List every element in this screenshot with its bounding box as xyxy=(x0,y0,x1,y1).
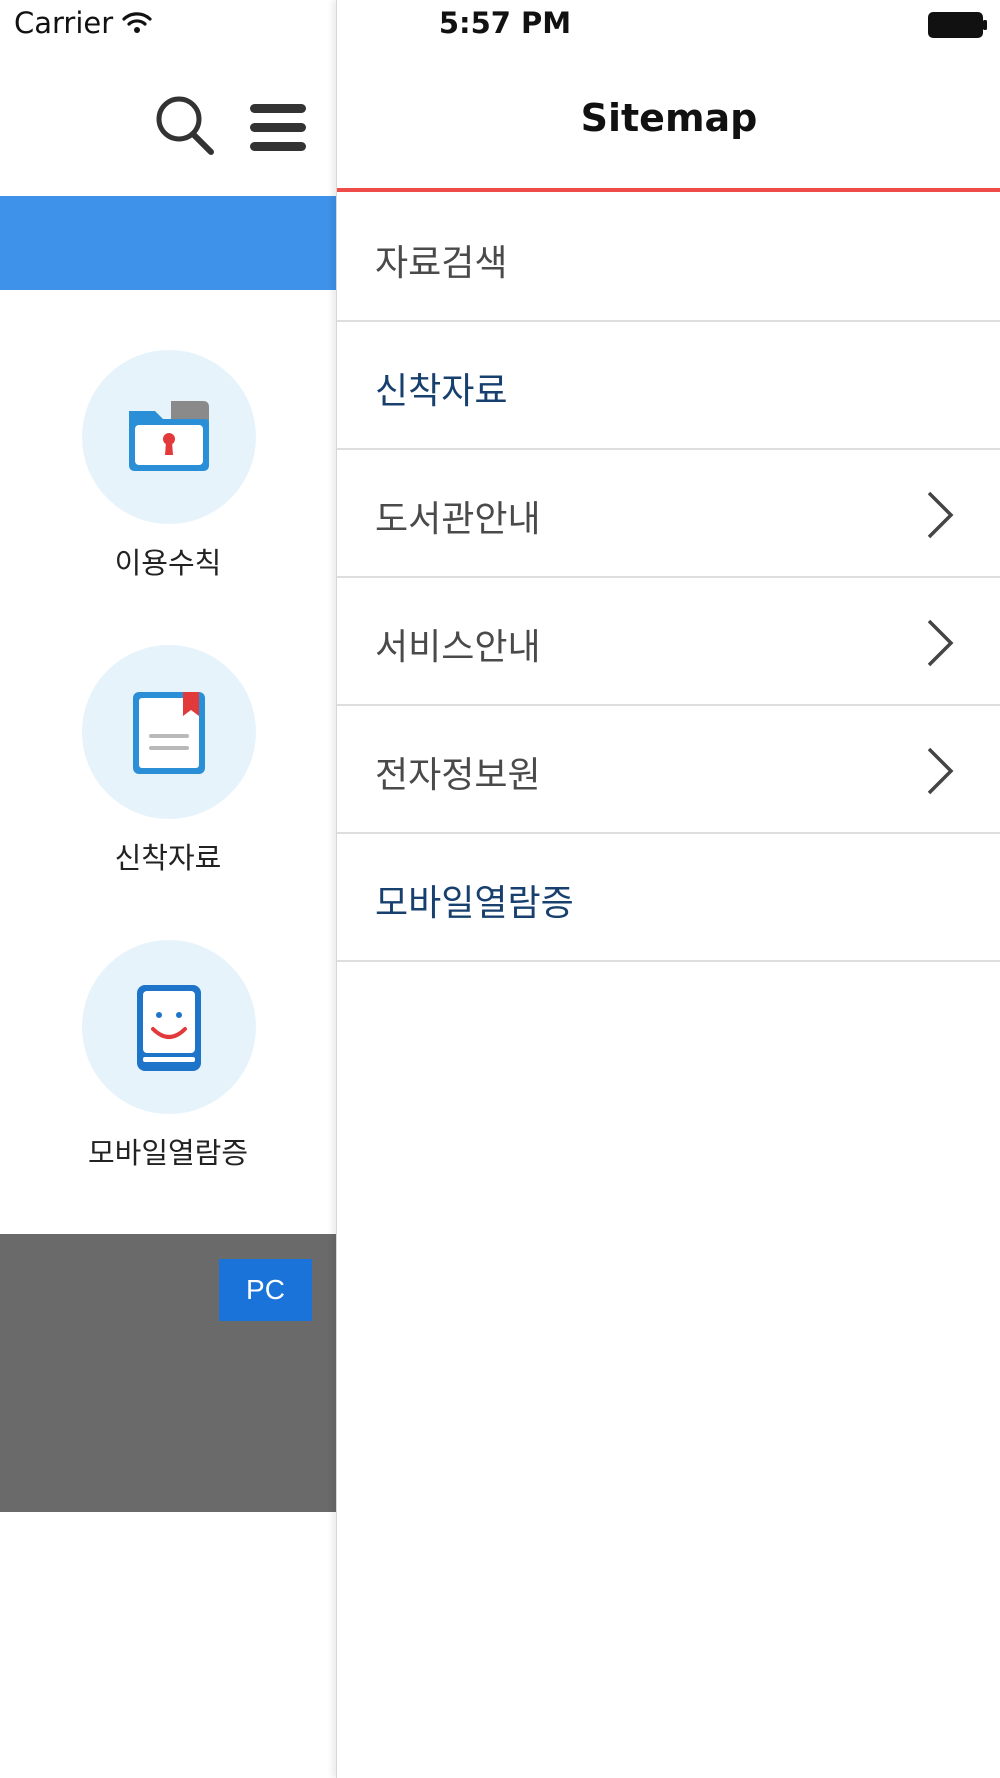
chevron-right-icon xyxy=(927,619,954,667)
shortcut-label: 이용수칙 xyxy=(114,546,222,580)
menu-item-label: 도서관안내 xyxy=(375,499,541,540)
menu-item-mobile-card[interactable]: 모바일열람증 xyxy=(337,834,1000,962)
battery-icon xyxy=(928,12,987,38)
chevron-right-icon xyxy=(927,747,954,795)
locked-folder-icon xyxy=(129,401,209,471)
drawer-footer: PC xyxy=(0,1234,336,1512)
app-screen: Carrier 5:57 PM 이용수칙 신착자료 모바일열람증 PC Site… xyxy=(0,0,1000,1778)
sitemap-menu: 자료검색 신착자료 도서관안내 서비스안내 전자정보원 모바일열람증 xyxy=(337,194,1000,962)
menu-item-label: 서비스안내 xyxy=(375,627,541,668)
title-underline xyxy=(337,188,1000,192)
search-icon[interactable] xyxy=(154,94,216,158)
menu-item-new-arrivals[interactable]: 신착자료 xyxy=(337,322,1000,450)
smiley-book-icon xyxy=(137,985,201,1071)
side-drawer: 이용수칙 신착자료 모바일열람증 PC xyxy=(0,0,336,1778)
page-title: Sitemap xyxy=(580,96,758,140)
shortcut-rules[interactable]: 이용수칙 xyxy=(0,350,336,600)
menu-item-label: 모바일열람증 xyxy=(375,883,574,924)
menu-item-label: 자료검색 xyxy=(375,243,508,284)
shortcut-icon-circle xyxy=(82,645,256,819)
chevron-right-icon xyxy=(927,491,954,539)
menu-item-label: 전자정보원 xyxy=(375,755,541,796)
menu-item-e-resources[interactable]: 전자정보원 xyxy=(337,706,1000,834)
menu-item-service-info[interactable]: 서비스안내 xyxy=(337,578,1000,706)
sitemap-panel: Sitemap 자료검색 신착자료 도서관안내 서비스안내 전자정보원 모바일열… xyxy=(336,0,1000,1778)
shortcut-label: 신착자료 xyxy=(114,841,222,875)
status-bar: Carrier 5:57 PM xyxy=(0,0,1000,50)
shortcut-label: 모바일열람증 xyxy=(87,1136,249,1170)
menu-item-library-info[interactable]: 도서관안내 xyxy=(337,450,1000,578)
drawer-expand-bar[interactable] xyxy=(0,196,336,458)
hamburger-menu-icon[interactable] xyxy=(248,102,308,154)
pc-version-button[interactable]: PC xyxy=(219,1259,312,1321)
shortcut-icon-circle xyxy=(82,350,256,524)
bookmarked-document-icon xyxy=(133,692,205,774)
menu-item-search[interactable]: 자료검색 xyxy=(337,194,1000,322)
shortcut-mobile-card[interactable]: 모바일열람증 xyxy=(0,940,336,1190)
shortcut-icon-circle xyxy=(82,940,256,1114)
menu-item-label: 신착자료 xyxy=(375,371,508,412)
shortcut-new-arrivals[interactable]: 신착자료 xyxy=(0,645,336,895)
status-time: 5:57 PM xyxy=(438,6,572,40)
